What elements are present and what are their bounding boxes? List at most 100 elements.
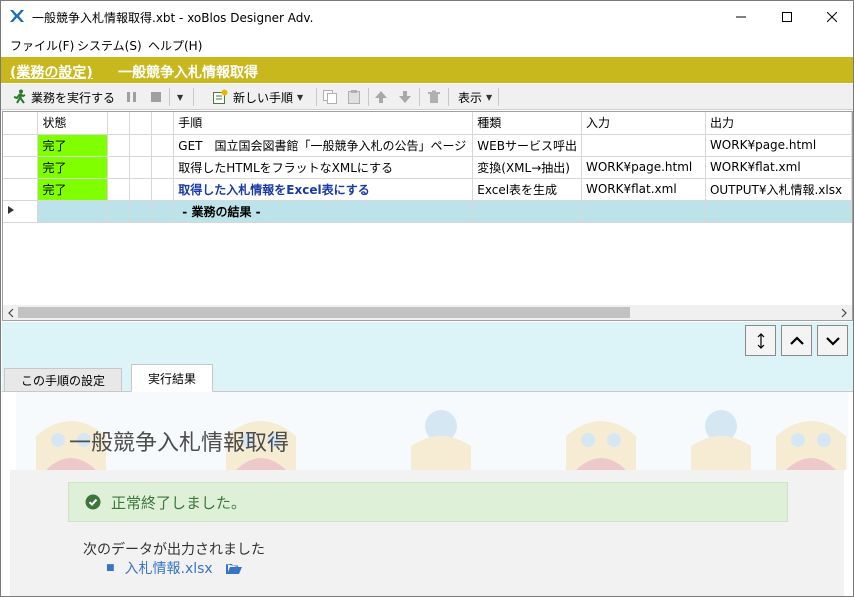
toolbar-divider	[193, 88, 194, 106]
close-icon	[827, 11, 837, 22]
blank-cell	[472, 200, 582, 223]
stop-button[interactable]	[150, 87, 162, 107]
copy-button[interactable]	[322, 87, 338, 107]
stop-icon	[151, 92, 161, 102]
business-settings-link[interactable]: (業務の設定)	[10, 62, 93, 82]
paste-icon	[348, 90, 360, 104]
tab-execution-results[interactable]: 実行結果	[131, 364, 214, 392]
column-header-status[interactable]: 状態	[37, 112, 109, 135]
input-cell	[581, 134, 706, 157]
new-step-label: 新しい手順	[233, 90, 294, 105]
minimize-button[interactable]	[718, 1, 764, 32]
output-cell: WORK¥page.html	[705, 134, 853, 157]
next-step-button[interactable]	[817, 325, 848, 356]
menu-bar: ファイル(F) システム(S) ヘルプ(H)	[1, 32, 853, 56]
blank-cell	[129, 200, 153, 223]
check-circle-icon	[85, 494, 101, 510]
chevron-down-icon: ▼	[297, 92, 304, 102]
paste-button[interactable]	[346, 87, 362, 107]
row-header-cell[interactable]	[3, 200, 39, 223]
close-button[interactable]	[809, 1, 853, 32]
blank-cell	[151, 156, 175, 179]
view-label: 表示	[458, 90, 483, 105]
blank-cell	[151, 178, 175, 201]
delete-button[interactable]	[427, 87, 441, 107]
tab-step-settings[interactable]: この手順の設定	[4, 368, 123, 392]
result-row-label[interactable]: - 業務の結果 -	[173, 200, 474, 223]
menu-file[interactable]: ファイル(F)	[10, 37, 74, 54]
mascot-illustration	[411, 410, 471, 470]
mascot-illustration	[566, 421, 636, 470]
blank-cell	[107, 200, 131, 223]
output-cell: WORK¥flat.xml	[705, 156, 853, 179]
row-header-cell[interactable]	[3, 178, 39, 201]
output-file-link[interactable]: 入札情報.xlsx	[125, 558, 213, 578]
toolbar-divider	[419, 88, 420, 106]
chevron-down-icon: ▼	[486, 92, 493, 102]
blank-cell	[129, 178, 153, 201]
title-bar: 一般競争入札情報取得.xbt - xoBlos Designer Adv.	[1, 1, 853, 32]
row-header-cell[interactable]	[3, 156, 39, 179]
toolbar-divider	[316, 88, 317, 106]
maximize-button[interactable]	[764, 1, 810, 32]
input-cell: WORK¥flat.xml	[581, 178, 706, 201]
table-row[interactable]: 完了 取得した入札情報をExcel表にする Excel表を生成 WORK¥fla…	[3, 178, 853, 201]
step-cell[interactable]: 取得した入札情報をExcel表にする	[173, 178, 474, 201]
table-row[interactable]: 完了 取得したHTMLをフラットなXMLにする 変換(XML→抽出) WORK¥…	[3, 156, 853, 179]
previous-step-button[interactable]	[781, 325, 812, 356]
bullet-icon: ■	[106, 563, 115, 573]
xoblos-app-icon	[10, 10, 24, 22]
toolbar-divider	[498, 88, 499, 106]
toolbar-divider	[448, 88, 449, 106]
results-title: 一般競争入札情報取得	[69, 431, 290, 456]
column-header-type[interactable]: 種類	[472, 112, 582, 135]
app-window: 一般競争入札情報取得.xbt - xoBlos Designer Adv. ファ…	[0, 0, 854, 597]
splitter-band	[2, 322, 853, 360]
type-cell: Excel表を生成	[472, 178, 582, 201]
menu-system[interactable]: システム(S)	[77, 37, 142, 54]
blank-cell	[129, 156, 153, 179]
run-options-dropdown[interactable]: ▼	[173, 87, 183, 107]
row-header-cell	[3, 112, 39, 135]
step-grid: 状態 手順 種類 入力 出力 完了 GET 国立国会図書館「一般競争入札の公告」…	[2, 111, 853, 321]
mascot-illustration	[776, 421, 846, 470]
menu-help[interactable]: ヘルプ(H)	[148, 37, 202, 54]
business-title: 一般競争入札情報取得	[118, 65, 258, 81]
success-alert: 正常終了しました。	[68, 482, 788, 522]
scroll-right-icon[interactable]	[840, 308, 848, 318]
step-cell[interactable]: 取得したHTMLをフラットなXMLにする	[173, 156, 474, 179]
status-cell: 完了	[37, 156, 109, 179]
pause-icon	[127, 92, 136, 102]
move-up-button[interactable]	[374, 87, 388, 107]
run-business-button[interactable]: 業務を実行する	[11, 87, 115, 107]
chevron-up-icon	[789, 335, 804, 345]
toolbar: 業務を実行する ▼ 新しい手順 ▼ 表示 ▼	[1, 84, 853, 110]
move-down-button[interactable]	[398, 87, 412, 107]
new-step-button[interactable]: 新しい手順 ▼	[212, 87, 303, 107]
scrollbar-thumb[interactable]	[18, 307, 630, 318]
input-cell: WORK¥page.html	[581, 156, 706, 179]
column-header-output[interactable]: 出力	[705, 112, 853, 135]
view-menu-button[interactable]: 表示 ▼	[458, 87, 492, 107]
scroll-left-icon[interactable]	[7, 308, 15, 318]
output-cell: OUTPUT¥入札情報.xlsx	[705, 178, 853, 201]
new-step-icon	[213, 89, 228, 104]
output-note: 次のデータが出力されました	[83, 542, 265, 558]
folder-open-icon[interactable]	[225, 562, 242, 575]
blank-cell	[705, 200, 853, 223]
minimize-icon	[736, 16, 746, 17]
resize-panel-button[interactable]	[745, 325, 776, 356]
row-header-cell[interactable]	[3, 134, 39, 157]
result-row[interactable]: - 業務の結果 -	[3, 200, 853, 223]
arrow-up-icon	[375, 91, 387, 103]
column-header-input[interactable]: 入力	[581, 112, 706, 135]
run-business-label: 業務を実行する	[31, 90, 116, 105]
trash-icon	[428, 90, 440, 103]
toolbar-divider	[368, 88, 369, 106]
column-header-step[interactable]: 手順	[173, 112, 474, 135]
chevron-down-icon: ▼	[177, 92, 184, 102]
pause-button[interactable]	[126, 87, 138, 107]
step-cell[interactable]: GET 国立国会図書館「一般競争入札の公告」ページ	[173, 134, 474, 157]
table-row[interactable]: 完了 GET 国立国会図書館「一般競争入札の公告」ページ WEBサービス呼出 W…	[3, 134, 853, 157]
horizontal-scrollbar[interactable]	[3, 305, 852, 320]
